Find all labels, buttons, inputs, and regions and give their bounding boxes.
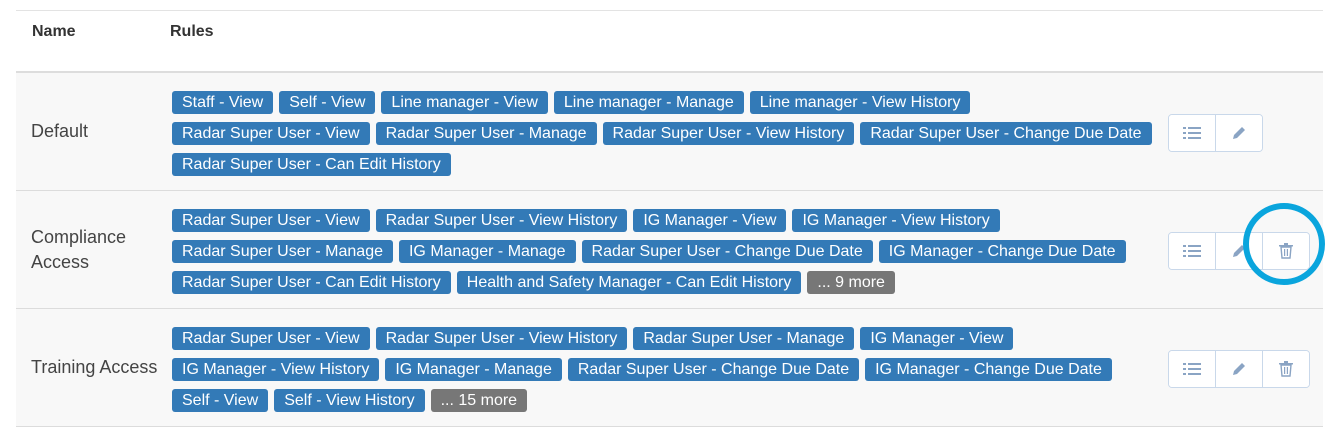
view-rules-button[interactable]: [1169, 351, 1216, 387]
rule-tag: Self - View: [172, 389, 269, 412]
trash-icon: [1279, 361, 1293, 377]
rule-tag: Radar Super User - Change Due Date: [860, 122, 1152, 145]
rules-list: Radar Super User - View Radar Super User…: [172, 327, 1152, 412]
row-name: Compliance Access: [31, 226, 127, 272]
pencil-icon: [1233, 127, 1245, 139]
list-icon: [1183, 363, 1201, 375]
column-header-name: Name: [32, 23, 76, 40]
rule-tag: IG Manager - Manage: [398, 240, 576, 263]
edit-button[interactable]: [1216, 115, 1262, 151]
delete-button[interactable]: [1263, 351, 1309, 387]
rule-tag: Staff - View: [172, 91, 274, 114]
table-row: Training Access Radar Super User - View …: [16, 309, 1323, 427]
rule-tag: Radar Super User - Change Due Date: [567, 358, 860, 381]
row-actions: [1168, 350, 1310, 388]
rule-tag: Self - View: [279, 91, 376, 114]
rules-list: Radar Super User - View Radar Super User…: [172, 209, 1152, 294]
rule-tag: Self - View History: [274, 389, 425, 412]
more-rules-tag[interactable]: ... 9 more: [807, 271, 895, 294]
rule-tag: Radar Super User - View History: [602, 122, 855, 145]
rule-tag: Line manager - View: [381, 91, 548, 114]
rules-list: Staff - View Self - View Line manager - …: [172, 91, 1152, 176]
row-name: Default: [31, 121, 89, 141]
row-actions: [1168, 114, 1263, 152]
rule-tag: IG Manager - Manage: [385, 358, 562, 381]
table-row: Default Staff - View Self - View Line ma…: [16, 73, 1323, 191]
view-rules-button[interactable]: [1169, 115, 1216, 151]
rule-tag: Radar Super User - Change Due Date: [581, 240, 873, 263]
rule-tag: IG Manager - Change Due Date: [865, 358, 1112, 381]
pencil-icon: [1233, 363, 1245, 375]
view-rules-button[interactable]: [1169, 233, 1216, 269]
rule-tag: Radar Super User - Can Edit History: [172, 271, 451, 294]
rule-tag: Radar Super User - View History: [375, 327, 628, 350]
row-name: Training Access: [31, 357, 158, 377]
trash-icon: [1279, 243, 1293, 259]
edit-button[interactable]: [1216, 233, 1263, 269]
table-row: Compliance Access Radar Super User - Vie…: [16, 191, 1323, 309]
rule-tag: Radar Super User - View History: [375, 209, 628, 232]
rule-tag: IG Manager - View History: [792, 209, 1000, 232]
rule-tag: Radar Super User - Manage: [375, 122, 597, 145]
pencil-icon: [1233, 245, 1245, 257]
table-header: Name Rules: [16, 11, 1323, 73]
rule-tag: Radar Super User - View: [172, 209, 370, 232]
rule-tag: Radar Super User - Manage: [633, 327, 855, 350]
rule-tag: IG Manager - Change Due Date: [878, 240, 1126, 263]
more-rules-tag[interactable]: ... 15 more: [430, 389, 528, 412]
row-actions: [1168, 232, 1310, 270]
list-icon: [1183, 127, 1201, 139]
rule-tag: IG Manager - View: [633, 209, 787, 232]
edit-button[interactable]: [1216, 351, 1263, 387]
rule-tag: IG Manager - View: [860, 327, 1014, 350]
rule-tag: Radar Super User - View: [172, 122, 370, 145]
rule-tag: Radar Super User - Can Edit History: [172, 153, 451, 176]
rule-tag: IG Manager - View History: [172, 358, 380, 381]
delete-button[interactable]: [1263, 233, 1309, 269]
column-header-rules: Rules: [170, 23, 214, 40]
rule-tag: Radar Super User - Manage: [172, 240, 393, 263]
rule-tag: Health and Safety Manager - Can Edit His…: [456, 271, 802, 294]
list-icon: [1183, 245, 1201, 257]
rule-tag: Line manager - Manage: [553, 91, 744, 114]
rule-tag: Line manager - View History: [749, 91, 971, 114]
rule-tag: Radar Super User - View: [172, 327, 370, 350]
